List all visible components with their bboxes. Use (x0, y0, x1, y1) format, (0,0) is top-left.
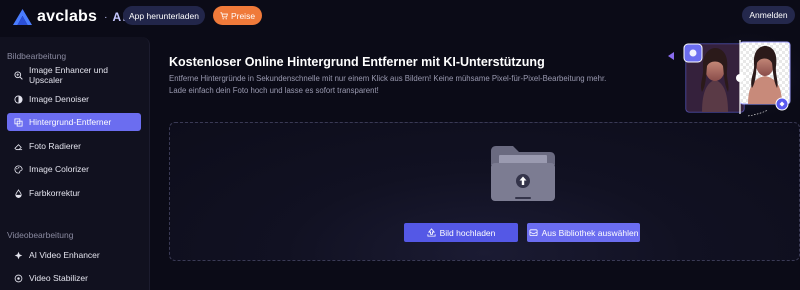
sidebar-item-image-colorizer[interactable]: Image Colorizer (7, 160, 141, 178)
sidebar-item-label: Image Enhancer und Upscaler (29, 65, 108, 85)
sidebar-item-label: Video Stabilizer (29, 273, 88, 283)
cart-icon (220, 11, 228, 19)
section-title-image-editing: Bildbearbeitung (7, 51, 67, 61)
logo[interactable]: avclabs · AI (13, 8, 127, 26)
sidebar-item-image-enhancer[interactable]: Image Enhancer und Upscaler (7, 65, 141, 85)
sidebar-item-label: AI Video Enhancer (29, 250, 100, 260)
select-from-library-button[interactable]: Aus Bibliothek auswählen (527, 223, 640, 242)
video-stabilize-icon (14, 274, 23, 282)
select-from-library-label: Aus Bibliothek auswählen (541, 227, 639, 238)
sidebar-item-color-correction[interactable]: Farbkorrektur (7, 184, 141, 202)
pricing-label: Preise (230, 10, 256, 21)
zoom-plus-icon (14, 70, 23, 80)
sidebar-item-label: Image Denoiser (29, 94, 90, 104)
sidebar-item-video-stabilizer[interactable]: Video Stabilizer (7, 269, 141, 287)
upload-image-button[interactable]: Bild hochladen (404, 223, 518, 242)
top-bar: avclabs · AI App herunterladen Preise An… (0, 0, 800, 31)
pricing-button[interactable]: Preise (213, 6, 262, 25)
sidebar-item-label: Farbkorrektur (29, 188, 81, 198)
video-enhance-icon (14, 251, 23, 259)
login-button[interactable]: Anmelden (742, 6, 795, 24)
sidebar-item-label: Hintergrund-Entferner (29, 117, 112, 127)
sidebar-item-image-denoiser[interactable]: Image Denoiser (7, 90, 141, 108)
sidebar-item-label: Foto Radierer (29, 141, 81, 151)
hero-illustration (668, 30, 800, 122)
sidebar-item-label: Image Colorizer (29, 164, 89, 174)
sidebar-item-background-remover[interactable]: Hintergrund-Entferner (7, 113, 141, 131)
upload-icon (427, 228, 436, 237)
color-drop-icon (15, 188, 22, 198)
logo-separator: · (104, 11, 108, 23)
denoise-icon (14, 94, 23, 104)
page-title: Kostenloser Online Hintergrund Entferner… (169, 55, 545, 69)
logo-text: avclabs (37, 8, 98, 25)
folder-upload-icon (491, 146, 555, 201)
avclabs-logo-icon (13, 9, 32, 25)
eraser-icon (14, 143, 23, 150)
library-icon (529, 229, 538, 237)
section-title-video-editing: Videobearbeitung (7, 230, 74, 240)
sidebar-item-ai-video-enhancer[interactable]: AI Video Enhancer (7, 246, 141, 264)
upload-image-label: Bild hochladen (439, 227, 496, 238)
sidebar-item-photo-eraser[interactable]: Foto Radierer (7, 137, 141, 155)
download-app-button[interactable]: App herunterladen (123, 6, 205, 25)
page-description: Entferne Hintergründe in Sekundenschnell… (169, 74, 607, 95)
palette-icon (14, 164, 23, 174)
background-remove-icon (14, 117, 23, 127)
